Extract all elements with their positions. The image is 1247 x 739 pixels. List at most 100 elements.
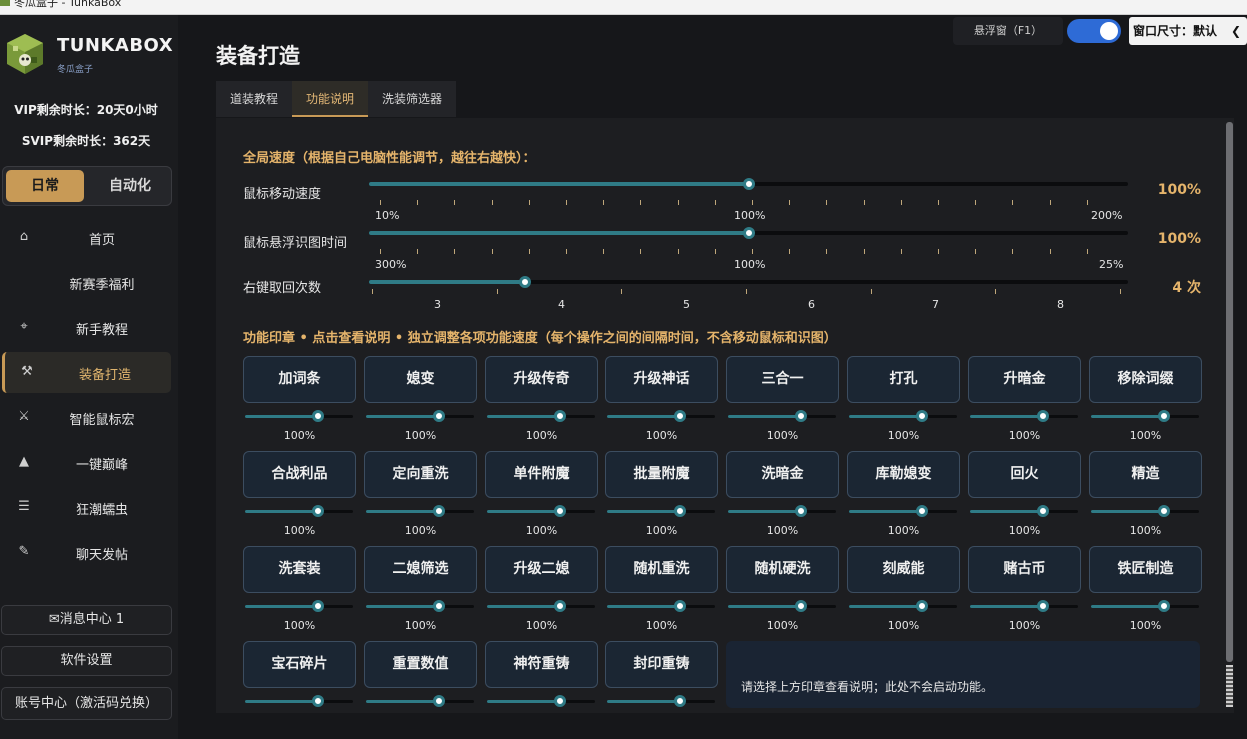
- mode-auto-button[interactable]: 自动化: [91, 170, 169, 202]
- function-speed-fill: [970, 415, 1042, 418]
- slider-tick: [1012, 249, 1013, 254]
- nav-item-tutorial[interactable]: ⌖ 新手教程: [2, 307, 171, 348]
- function-stamp-button[interactable]: 单件附魔: [485, 451, 598, 498]
- function-speed-fill: [245, 415, 317, 418]
- slider-tick-label: 7: [932, 298, 939, 311]
- function-stamp-button[interactable]: 随机重洗: [605, 546, 718, 593]
- function-stamp-button[interactable]: 重置数值: [364, 641, 477, 688]
- nav-item-home[interactable]: ⌂ 首页: [2, 217, 171, 258]
- function-speed-thumb[interactable]: [674, 505, 686, 517]
- function-stamp-button[interactable]: 回火: [968, 451, 1081, 498]
- function-speed-thumb[interactable]: [674, 695, 686, 707]
- hover-time-thumb[interactable]: [743, 227, 755, 239]
- function-stamp-button[interactable]: 定向重洗: [364, 451, 477, 498]
- function-speed-value: 100%: [766, 429, 799, 442]
- function-speed-thumb[interactable]: [1037, 505, 1049, 517]
- function-speed-fill: [487, 700, 559, 703]
- function-stamp-button[interactable]: 媳变: [364, 356, 477, 403]
- function-speed-thumb[interactable]: [1158, 600, 1170, 612]
- function-speed-thumb[interactable]: [433, 695, 445, 707]
- function-stamp-button[interactable]: 精造: [1089, 451, 1202, 498]
- nav-item-equipment-craft[interactable]: ⚒ 装备打造: [2, 352, 171, 393]
- function-stamp-button[interactable]: 三合一: [726, 356, 839, 403]
- function-stamp: 宝石碎片: [243, 641, 356, 736]
- function-stamp-button[interactable]: 铁匠制造: [1089, 546, 1202, 593]
- function-speed-thumb[interactable]: [1158, 505, 1170, 517]
- function-stamp-button[interactable]: 洗套装: [243, 546, 356, 593]
- function-speed-thumb[interactable]: [433, 600, 445, 612]
- function-speed-thumb[interactable]: [554, 600, 566, 612]
- function-stamp-button[interactable]: 合战利品: [243, 451, 356, 498]
- message-center-button[interactable]: ✉消息中心 1: [1, 605, 172, 635]
- function-stamp-button[interactable]: 升级传奇: [485, 356, 598, 403]
- slider-tick: [678, 249, 679, 254]
- slider-tick: [938, 200, 939, 205]
- slider-tick: [372, 289, 373, 294]
- brand-name: TUNKABOX: [57, 35, 174, 56]
- function-speed-thumb[interactable]: [674, 600, 686, 612]
- function-stamp-button[interactable]: 升级二媳: [485, 546, 598, 593]
- function-speed-thumb[interactable]: [312, 600, 324, 612]
- function-speed-thumb[interactable]: [312, 410, 324, 422]
- function-stamp: 批量附魔 100%: [605, 451, 718, 546]
- right-click-count-thumb[interactable]: [519, 276, 531, 288]
- tab-wash-filter[interactable]: 洗装筛选器: [368, 81, 456, 117]
- right-click-count-label: 右键取回次数: [243, 281, 322, 296]
- function-speed-thumb[interactable]: [795, 600, 807, 612]
- function-speed-thumb[interactable]: [312, 505, 324, 517]
- nav-item-frenzy-worm[interactable]: ☰ 狂潮蠕虫: [2, 487, 171, 528]
- tab-tutorial[interactable]: 道装教程: [216, 81, 292, 117]
- nav-item-mouse-macro[interactable]: ⚔ 智能鼠标宏: [2, 397, 171, 438]
- function-stamp-button[interactable]: 随机硬洗: [726, 546, 839, 593]
- function-speed-thumb[interactable]: [554, 505, 566, 517]
- function-speed-thumb[interactable]: [433, 410, 445, 422]
- nav-item-one-click-peak[interactable]: ▲ 一键巅峰: [2, 442, 171, 483]
- function-stamp-button[interactable]: 移除词缀: [1089, 356, 1202, 403]
- window-size-select[interactable]: 窗口尺寸：默认 ❮: [1129, 17, 1247, 45]
- function-stamp-button[interactable]: 封印重铸: [605, 641, 718, 688]
- function-stamp-button[interactable]: 批量附魔: [605, 451, 718, 498]
- mouse-speed-thumb[interactable]: [743, 178, 755, 190]
- scrollbar-grip[interactable]: [1226, 665, 1233, 707]
- function-speed-thumb[interactable]: [1037, 600, 1049, 612]
- nav-item-chat-post[interactable]: ✎ 聊天发帖: [2, 532, 171, 573]
- function-speed-thumb[interactable]: [554, 695, 566, 707]
- function-speed-thumb[interactable]: [916, 600, 928, 612]
- slider-tick: [640, 249, 641, 254]
- function-stamp-button[interactable]: 赌古币: [968, 546, 1081, 593]
- function-stamp-button[interactable]: 库勒媳变: [847, 451, 960, 498]
- function-speed-thumb[interactable]: [1158, 410, 1170, 422]
- software-settings-button[interactable]: 软件设置: [1, 646, 172, 676]
- function-speed-thumb[interactable]: [1037, 410, 1049, 422]
- float-window-toggle[interactable]: [1067, 19, 1121, 43]
- function-speed-thumb[interactable]: [433, 505, 445, 517]
- function-stamp-button[interactable]: 宝石碎片: [243, 641, 356, 688]
- function-speed-value: 100%: [887, 619, 920, 632]
- mode-daily-button[interactable]: 日常: [6, 170, 84, 202]
- function-stamp-button[interactable]: 升级神话: [605, 356, 718, 403]
- function-stamp: 三合一 100%: [726, 356, 839, 451]
- function-stamp-button[interactable]: 加词条: [243, 356, 356, 403]
- function-speed-thumb[interactable]: [554, 410, 566, 422]
- slider-tick: [715, 200, 716, 205]
- function-stamp-button[interactable]: 二媳筛选: [364, 546, 477, 593]
- slider-tick: [497, 289, 498, 294]
- function-speed-thumb[interactable]: [312, 695, 324, 707]
- function-stamp-button[interactable]: 升暗金: [968, 356, 1081, 403]
- function-speed-fill: [1091, 605, 1163, 608]
- function-speed-fill: [487, 510, 559, 513]
- function-speed-thumb[interactable]: [795, 410, 807, 422]
- function-stamp-button[interactable]: 洗暗金: [726, 451, 839, 498]
- function-speed-thumb[interactable]: [674, 410, 686, 422]
- swords-icon: ⚔: [18, 409, 30, 424]
- nav-item-season-welfare[interactable]: 新赛季福利: [2, 262, 171, 303]
- function-stamp-button[interactable]: 刻威能: [847, 546, 960, 593]
- function-speed-thumb[interactable]: [795, 505, 807, 517]
- account-center-button[interactable]: 账号中心（激活码兑换）: [1, 687, 172, 720]
- function-speed-thumb[interactable]: [916, 505, 928, 517]
- scrollbar-thumb[interactable]: [1226, 122, 1233, 662]
- function-stamp-button[interactable]: 神符重铸: [485, 641, 598, 688]
- function-speed-thumb[interactable]: [916, 410, 928, 422]
- function-stamp-button[interactable]: 打孔: [847, 356, 960, 403]
- tab-function-info[interactable]: 功能说明: [292, 81, 368, 117]
